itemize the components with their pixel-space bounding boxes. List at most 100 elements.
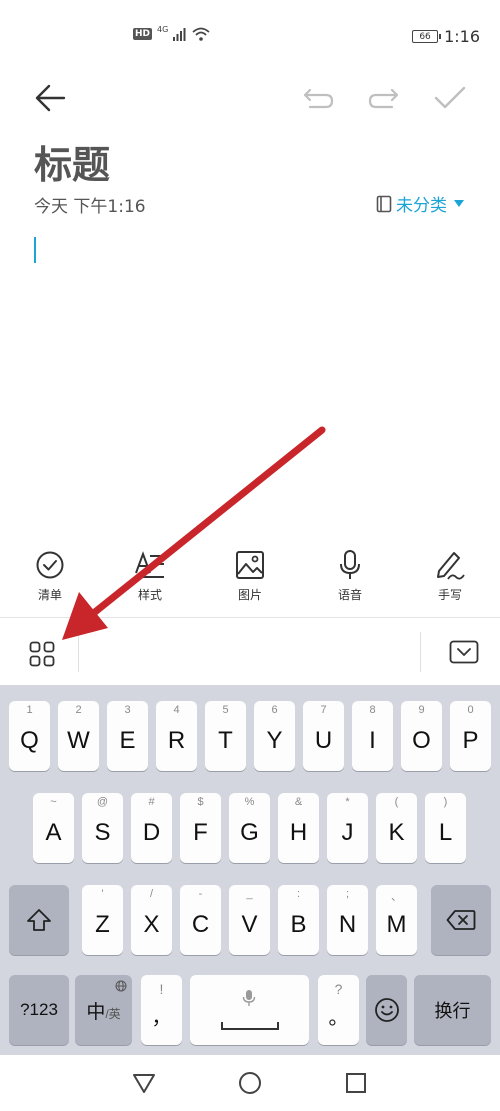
key-k[interactable]: (K	[376, 793, 417, 863]
key-label: O	[412, 727, 431, 754]
shift-key[interactable]	[9, 885, 69, 955]
note-toolbar	[0, 74, 500, 120]
key-c[interactable]: -C	[180, 885, 221, 955]
battery-level: 66	[419, 31, 431, 42]
key-u[interactable]: 7U	[303, 701, 344, 771]
key-sub: 7	[320, 704, 327, 716]
symbols-key[interactable]: ?123	[9, 975, 69, 1045]
square-recents-icon	[346, 1073, 366, 1093]
category-label: 未分类	[396, 196, 447, 216]
key-n[interactable]: ; N	[327, 885, 368, 955]
notebook-icon	[376, 195, 392, 212]
globe-icon	[115, 980, 127, 992]
key-sub: /英	[105, 1006, 121, 1021]
key-label: S	[94, 819, 111, 846]
emoji-key[interactable]	[366, 975, 407, 1045]
arrow-left-icon	[35, 84, 66, 112]
check-icon	[434, 86, 466, 109]
text-cursor	[34, 237, 36, 263]
key-sub: #	[148, 796, 155, 808]
tool-image[interactable]: 图片	[215, 548, 285, 610]
key-h[interactable]: & H	[278, 793, 319, 863]
undo-button[interactable]	[298, 78, 338, 118]
key-x[interactable]: / X	[131, 885, 172, 955]
status-right: 66 1:16	[412, 27, 480, 46]
key-g[interactable]: % G	[229, 793, 270, 863]
status-left: HD 4G	[133, 25, 210, 41]
keyboard-menu-button[interactable]	[22, 634, 62, 674]
back-button[interactable]	[30, 78, 70, 118]
enter-key[interactable]: 换行	[414, 975, 491, 1045]
tool-label: 清单	[37, 588, 62, 602]
signal-icon	[173, 28, 186, 41]
key-sub: /	[149, 888, 154, 900]
key-d[interactable]: # D	[131, 793, 172, 863]
checklist-icon	[36, 551, 64, 579]
recents-nav-button[interactable]	[336, 1067, 376, 1099]
key-e[interactable]: 3E	[107, 701, 148, 771]
key-label: E	[119, 727, 136, 754]
key-r[interactable]: 4R	[156, 701, 197, 771]
language-toggle-key[interactable]: 中/英	[75, 975, 132, 1045]
key-sub: 3	[124, 704, 131, 716]
key-sub: 1	[26, 704, 33, 716]
note-title[interactable]: 标题	[34, 134, 110, 189]
key-m[interactable]: 、 M	[376, 885, 417, 955]
shift-icon	[27, 909, 51, 931]
key-j[interactable]: * J	[327, 793, 368, 863]
redo-button[interactable]	[364, 78, 404, 118]
key-label: F	[193, 819, 208, 846]
key-label: I	[369, 727, 376, 754]
tool-checklist[interactable]: 清单	[15, 548, 85, 610]
space-key[interactable]	[190, 975, 309, 1045]
key-l[interactable]: ) L	[425, 793, 466, 863]
key-a[interactable]: ~ A	[33, 793, 74, 863]
key-label: G	[240, 819, 259, 846]
comma-key[interactable]: ! ，	[141, 975, 182, 1045]
key-label: M	[386, 911, 407, 938]
soft-keyboard: 1Q 2W 3E 4R 5T 6Y 7U 8I 9O 0P ~ A @ S # D $…	[0, 685, 500, 1055]
key-q[interactable]: 1Q	[9, 701, 50, 771]
key-o[interactable]: 9O	[401, 701, 442, 771]
key-label: P	[462, 727, 479, 754]
key-label: D	[142, 819, 161, 846]
key-sub: 9	[418, 704, 425, 716]
category-dropdown[interactable]: 未分类	[376, 191, 464, 216]
key-p[interactable]: 0P	[450, 701, 491, 771]
note-date: 今天 下午1:16	[34, 197, 146, 217]
key-label: N	[338, 911, 357, 938]
grid-icon	[29, 641, 55, 667]
key-label: 。	[328, 1006, 349, 1029]
back-nav-button[interactable]	[124, 1067, 164, 1099]
key-label: T	[218, 727, 233, 754]
key-b[interactable]: :B	[278, 885, 319, 955]
tool-handwriting[interactable]: 手写	[415, 548, 485, 610]
chevron-down-icon	[454, 200, 464, 207]
key-label: A	[45, 819, 62, 846]
period-key[interactable]: ? 。	[318, 975, 359, 1045]
battery-icon: 66	[412, 30, 442, 43]
key-sub: %	[244, 796, 255, 808]
divider	[78, 632, 79, 672]
tool-style[interactable]: 样式	[115, 548, 185, 610]
key-i[interactable]: 8I	[352, 701, 393, 771]
note-tools: 清单 样式 图片 语音 手写	[0, 548, 500, 610]
key-y[interactable]: 6Y	[254, 701, 295, 771]
key-v[interactable]: _ V	[229, 885, 270, 955]
key-sub: _	[246, 888, 253, 900]
key-f[interactable]: $ F	[180, 793, 221, 863]
key-t[interactable]: 5T	[205, 701, 246, 771]
tool-voice[interactable]: 语音	[315, 548, 385, 610]
key-sub: !	[159, 981, 164, 997]
hide-keyboard-button[interactable]	[444, 632, 484, 672]
key-w[interactable]: 2W	[58, 701, 99, 771]
key-sub: $	[197, 796, 204, 808]
space-bar-icon	[221, 1022, 279, 1030]
home-nav-button[interactable]	[230, 1067, 270, 1099]
key-z[interactable]: ' Z	[82, 885, 123, 955]
save-button[interactable]	[430, 78, 470, 118]
image-icon	[236, 551, 264, 579]
key-s[interactable]: @ S	[82, 793, 123, 863]
backspace-key[interactable]	[431, 885, 491, 955]
triangle-back-icon	[133, 1074, 155, 1093]
